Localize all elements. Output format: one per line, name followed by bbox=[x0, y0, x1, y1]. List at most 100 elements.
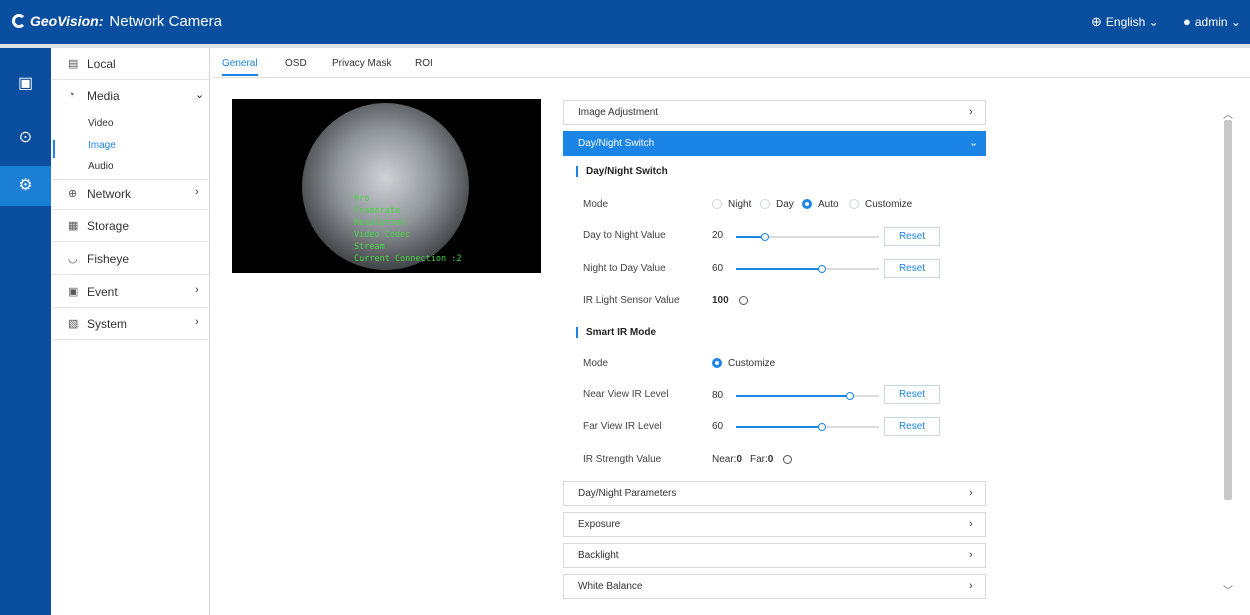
chevron-down-icon: ⌄ bbox=[1230, 15, 1241, 29]
event-icon: ▣ bbox=[68, 286, 79, 298]
section-backlight[interactable]: Backlight › bbox=[563, 543, 986, 568]
far-ir-label: Far View IR Level bbox=[583, 421, 662, 432]
osd-line: Resolution bbox=[354, 218, 406, 228]
reset-far-ir-button[interactable]: Reset bbox=[884, 417, 940, 436]
sidebar-item-local[interactable]: ▤ Local bbox=[52, 48, 209, 80]
section-day-night-switch[interactable]: Day/Night Switch ⌄ bbox=[563, 131, 986, 156]
chevron-down-icon: ⌄ bbox=[969, 137, 979, 149]
night-to-day-slider[interactable] bbox=[736, 265, 879, 273]
near-ir-label: Near View IR Level bbox=[583, 389, 669, 400]
osd-line: Video Codec bbox=[354, 230, 411, 240]
osd-overlay: Pro Framerate Resolution Video Codec Str… bbox=[354, 193, 461, 265]
reset-near-ir-button[interactable]: Reset bbox=[884, 385, 940, 404]
live-view-icon[interactable]: ▣ bbox=[0, 64, 51, 104]
chevron-right-icon: › bbox=[969, 549, 973, 561]
osd-line: Pro bbox=[354, 194, 370, 204]
near-strength-value: 0 bbox=[736, 454, 743, 465]
chevron-right-icon: › bbox=[195, 186, 199, 198]
osd-line: Framerate bbox=[354, 206, 401, 216]
near-strength: Near:0 bbox=[712, 454, 742, 465]
section-white-balance[interactable]: White Balance › bbox=[563, 574, 986, 599]
section-image-adjustment[interactable]: Image Adjustment › bbox=[563, 100, 986, 125]
fisheye-icon: ◡ bbox=[68, 253, 78, 265]
app-logo: GeoVision: Network Camera bbox=[12, 13, 222, 30]
slider-handle[interactable] bbox=[817, 423, 826, 431]
slider-handle[interactable] bbox=[817, 265, 826, 273]
reset-day-to-night-button[interactable]: Reset bbox=[884, 227, 940, 246]
image-tabs: General OSD Privacy Mask ROI bbox=[213, 48, 1250, 78]
language-selector[interactable]: ⊕ English ⌄ bbox=[1091, 14, 1159, 30]
geovision-logo-icon bbox=[12, 14, 26, 28]
radio-ir-customize[interactable] bbox=[712, 358, 722, 368]
day-to-night-slider[interactable] bbox=[736, 233, 879, 241]
sidebar-item-label: Media bbox=[87, 89, 120, 103]
radio-label: Customize bbox=[728, 358, 776, 369]
far-strength: Far:0 bbox=[750, 454, 773, 465]
section-title: Day/Night Switch bbox=[578, 138, 655, 149]
sidebar-item-storage[interactable]: ▦ Storage bbox=[52, 210, 209, 242]
day-to-night-value: 20 bbox=[712, 230, 724, 241]
playback-icon[interactable]: ⊙ bbox=[0, 118, 51, 158]
tab-general[interactable]: General bbox=[222, 58, 258, 69]
tab-osd[interactable]: OSD bbox=[285, 58, 307, 69]
refresh-icon[interactable] bbox=[783, 455, 792, 464]
language-label: English bbox=[1105, 15, 1146, 29]
scroll-up-icon[interactable]: ︿ bbox=[1223, 106, 1233, 121]
ir-strength-label: IR Strength Value bbox=[583, 454, 662, 465]
sidebar-subitem-audio[interactable]: Audio bbox=[88, 161, 114, 172]
slider-handle[interactable] bbox=[846, 392, 855, 400]
radio-night[interactable] bbox=[712, 199, 722, 209]
radio-customize[interactable] bbox=[849, 199, 859, 209]
slider-handle[interactable] bbox=[760, 233, 769, 241]
sidebar-item-system[interactable]: ▧ System › bbox=[52, 308, 209, 340]
section-title: Exposure bbox=[578, 519, 621, 530]
scroll-down-icon[interactable]: ﹀ bbox=[1223, 582, 1233, 597]
reset-night-to-day-button[interactable]: Reset bbox=[884, 259, 940, 278]
chevron-right-icon: › bbox=[969, 487, 973, 499]
night-to-day-value: 60 bbox=[712, 263, 724, 274]
far-strength-label: Far: bbox=[750, 454, 768, 465]
section-day-night-parameters[interactable]: Day/Night Parameters › bbox=[563, 481, 986, 506]
settings-sidebar: ▤ Local ◔ Media ⌄ Video Image Audio ⊕ Ne… bbox=[52, 48, 210, 615]
chevron-right-icon: › bbox=[195, 316, 199, 328]
day-to-night-label: Day to Night Value bbox=[583, 230, 666, 241]
near-ir-value: 80 bbox=[712, 390, 724, 401]
sidebar-subitem-video[interactable]: Video bbox=[88, 118, 113, 129]
tab-roi[interactable]: ROI bbox=[415, 58, 433, 69]
sidebar-item-label: Local bbox=[87, 57, 116, 71]
chevron-down-icon: ⌄ bbox=[1148, 15, 1159, 29]
sidebar-item-label: Network bbox=[87, 187, 132, 201]
live-preview: Pro Framerate Resolution Video Codec Str… bbox=[232, 99, 541, 273]
active-indicator bbox=[53, 140, 55, 158]
radio-day[interactable] bbox=[760, 199, 770, 209]
section-exposure[interactable]: Exposure › bbox=[563, 512, 986, 537]
radio-label: Customize bbox=[865, 199, 913, 210]
user-label: admin bbox=[1194, 15, 1228, 29]
radio-label: Auto bbox=[818, 199, 839, 210]
settings-icon[interactable]: ⚙ bbox=[0, 166, 51, 206]
section-title: Backlight bbox=[578, 550, 619, 561]
radio-auto[interactable] bbox=[802, 199, 812, 209]
sidebar-item-media[interactable]: ◔ Media ⌄ bbox=[52, 80, 209, 180]
section-title: Image Adjustment bbox=[578, 107, 659, 118]
brand-name: GeoVision: bbox=[30, 13, 104, 29]
section-title: Day/Night Parameters bbox=[578, 488, 677, 499]
osd-line: Stream bbox=[354, 242, 385, 252]
sidebar-subitem-image[interactable]: Image bbox=[88, 140, 116, 151]
far-ir-slider[interactable] bbox=[736, 423, 879, 431]
tab-privacy-mask[interactable]: Privacy Mask bbox=[332, 58, 391, 69]
sidebar-item-fisheye[interactable]: ◡ Fisheye bbox=[52, 243, 209, 275]
storage-icon: ▦ bbox=[68, 220, 79, 232]
osd-line: Current Connection :2 bbox=[354, 254, 462, 264]
chevron-right-icon: › bbox=[195, 284, 199, 296]
subsection-heading: Smart IR Mode bbox=[576, 327, 656, 338]
globe-icon: ⊕ bbox=[1091, 14, 1102, 29]
refresh-icon[interactable] bbox=[739, 296, 748, 305]
chevron-right-icon: › bbox=[969, 518, 973, 530]
sidebar-item-network[interactable]: ⊕ Network › bbox=[52, 178, 209, 210]
user-menu[interactable]: ● admin ⌄ bbox=[1183, 14, 1241, 29]
scrollbar-thumb[interactable] bbox=[1224, 120, 1232, 500]
sidebar-item-event[interactable]: ▣ Event › bbox=[52, 276, 209, 308]
near-ir-slider[interactable] bbox=[736, 392, 879, 400]
night-to-day-label: Night to Day Value bbox=[583, 263, 666, 274]
